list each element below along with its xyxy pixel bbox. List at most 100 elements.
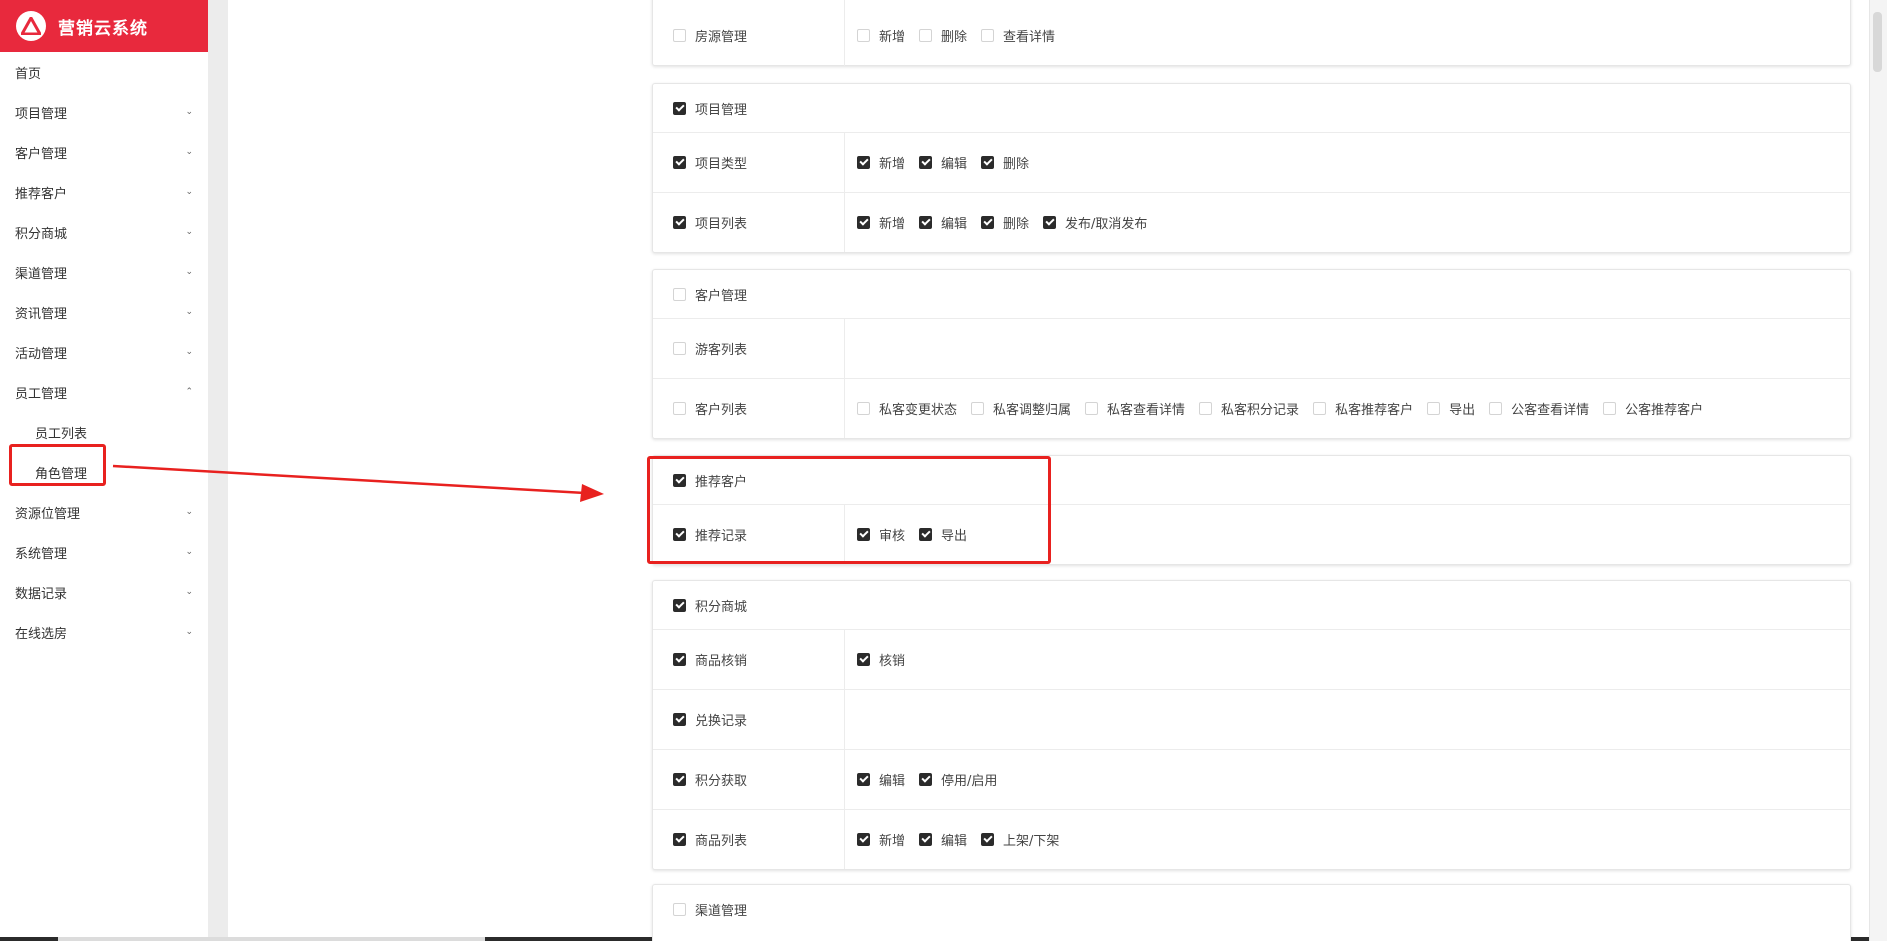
sidebar-item-points-mall[interactable]: 积分商城 ⌄ — [0, 212, 208, 252]
checkbox[interactable] — [673, 342, 686, 355]
sidebar-item-label: 渠道管理 — [15, 266, 68, 282]
permission-options: 私客变更状态 私客调整归属 私客查看详情 私客积分记录 私客推荐客户 导出 公客… — [845, 379, 1850, 438]
permission-card-projects: 项目管理 项目类型 新增 编辑 删除 项目列表 新增 编辑 删除 发布/取消发布 — [652, 83, 1851, 253]
checkbox[interactable] — [1489, 402, 1503, 415]
checkbox[interactable] — [919, 216, 933, 229]
triangle-logo-icon — [16, 11, 46, 41]
permission-row-label: 房源管理 — [653, 0, 845, 67]
permission-options: 核销 — [845, 630, 1850, 689]
permission-group-header: 积分商城 — [653, 581, 1850, 629]
permission-row-label: 商品核销 — [653, 630, 845, 689]
sidebar-item-label: 客户管理 — [15, 146, 68, 162]
highlight-box-sidebar — [9, 444, 106, 486]
checkbox[interactable] — [981, 156, 995, 169]
checkbox[interactable] — [673, 156, 686, 169]
checkbox[interactable] — [673, 713, 686, 726]
checkbox[interactable] — [673, 402, 686, 415]
chevron-down-icon: ⌄ — [185, 627, 193, 637]
checkbox[interactable] — [857, 156, 870, 169]
permission-card-points-mall: 积分商城 商品核销 核销 兑换记录 积分获取 编辑 停用/启用 商品列表 新增 … — [652, 580, 1851, 870]
sidebar-item-customers[interactable]: 客户管理 ⌄ — [0, 132, 208, 172]
highlight-box-referrals — [647, 456, 1051, 564]
checkbox[interactable] — [981, 833, 995, 846]
checkbox[interactable] — [673, 598, 686, 612]
permission-row-label: 游客列表 — [653, 319, 845, 378]
sidebar-item-label: 推荐客户 — [15, 186, 68, 202]
sidebar-item-resource-slots[interactable]: 资源位管理 ⌄ — [0, 492, 208, 532]
sidebar-item-label: 在线选房 — [15, 626, 68, 642]
checkbox[interactable] — [857, 402, 870, 415]
checkbox[interactable] — [857, 653, 870, 666]
sidebar-gutter — [208, 0, 228, 941]
sidebar-item-label: 数据记录 — [15, 586, 68, 602]
checkbox[interactable] — [919, 28, 933, 42]
checkbox[interactable] — [919, 833, 933, 846]
sidebar-item-label: 资讯管理 — [15, 306, 68, 322]
vertical-scrollbar[interactable] — [1869, 0, 1887, 941]
checkbox[interactable] — [673, 216, 686, 229]
checkbox[interactable] — [857, 833, 870, 846]
permission-row-label: 积分获取 — [653, 750, 845, 809]
sidebar-item-label: 资源位管理 — [15, 506, 81, 522]
checkbox[interactable] — [1199, 402, 1213, 415]
sidebar-item-projects[interactable]: 项目管理 ⌄ — [0, 92, 208, 132]
checkbox[interactable] — [981, 216, 995, 229]
checkbox[interactable] — [673, 287, 686, 301]
permission-options: 新增 编辑 删除 — [845, 133, 1850, 192]
permission-options: 编辑 停用/启用 — [845, 750, 1850, 809]
permission-card-housing: 房源管理 新增 删除 查看详情 — [652, 0, 1851, 67]
permission-options — [845, 319, 1850, 378]
sidebar-item-label: 项目管理 — [15, 106, 68, 122]
checkbox[interactable] — [919, 156, 933, 169]
checkbox[interactable] — [971, 402, 985, 415]
chevron-down-icon: ⌄ — [185, 547, 193, 557]
checkbox[interactable] — [673, 773, 686, 786]
permission-group-header: 项目管理 — [653, 84, 1850, 132]
sidebar-item-system[interactable]: 系统管理 ⌄ — [0, 532, 208, 572]
checkbox[interactable] — [857, 773, 870, 786]
chevron-up-icon: ⌃ — [185, 387, 193, 397]
sidebar-item-home[interactable]: 首页 — [0, 52, 208, 92]
sidebar-item-label: 员工列表 — [35, 426, 88, 442]
checkbox[interactable] — [1085, 402, 1099, 415]
chevron-down-icon: ⌄ — [185, 347, 193, 357]
checkbox[interactable] — [673, 902, 686, 916]
chevron-down-icon: ⌄ — [185, 107, 193, 117]
checkbox[interactable] — [673, 28, 686, 42]
checkbox[interactable] — [857, 216, 870, 229]
checkbox[interactable] — [673, 101, 686, 115]
sidebar-item-news[interactable]: 资讯管理 ⌄ — [0, 292, 208, 332]
permission-row-label: 项目列表 — [653, 193, 845, 252]
permission-row-label: 兑换记录 — [653, 690, 845, 749]
sidebar-item-label: 积分商城 — [15, 226, 68, 242]
sidebar-item-staff[interactable]: 员工管理 ⌃ — [0, 372, 208, 412]
scrollbar-segment — [0, 937, 58, 941]
scrollbar-thumb[interactable] — [1873, 12, 1882, 72]
checkbox[interactable] — [1043, 216, 1057, 229]
permission-options: 新增 编辑 删除 发布/取消发布 — [845, 193, 1850, 252]
chevron-down-icon: ⌄ — [185, 147, 193, 157]
checkbox[interactable] — [673, 833, 686, 846]
sidebar-item-online-room-selection[interactable]: 在线选房 ⌄ — [0, 612, 208, 652]
permission-options: 新增 编辑 上架/下架 — [845, 810, 1850, 869]
checkbox[interactable] — [857, 28, 870, 42]
sidebar-item-data-records[interactable]: 数据记录 ⌄ — [0, 572, 208, 612]
checkbox[interactable] — [1603, 402, 1617, 415]
chevron-down-icon: ⌄ — [185, 267, 193, 277]
sidebar-item-referrals[interactable]: 推荐客户 ⌄ — [0, 172, 208, 212]
checkbox[interactable] — [673, 653, 686, 666]
sidebar-item-activities[interactable]: 活动管理 ⌄ — [0, 332, 208, 372]
chevron-down-icon: ⌄ — [185, 187, 193, 197]
sidebar-item-channels[interactable]: 渠道管理 ⌄ — [0, 252, 208, 292]
chevron-down-icon: ⌄ — [185, 307, 193, 317]
sidebar-item-label: 首页 — [15, 66, 42, 82]
brand-header[interactable]: 营销云系统 — [0, 0, 208, 52]
permission-card-customers: 客户管理 游客列表 客户列表 私客变更状态 私客调整归属 私客查看详情 私客积分… — [652, 269, 1851, 439]
permission-row-label: 客户列表 — [653, 379, 845, 438]
chevron-down-icon: ⌄ — [185, 507, 193, 517]
checkbox[interactable] — [1427, 402, 1441, 415]
checkbox[interactable] — [1313, 402, 1327, 415]
permission-options: 新增 删除 查看详情 — [845, 0, 1850, 67]
checkbox[interactable] — [981, 28, 995, 42]
checkbox[interactable] — [919, 773, 933, 786]
